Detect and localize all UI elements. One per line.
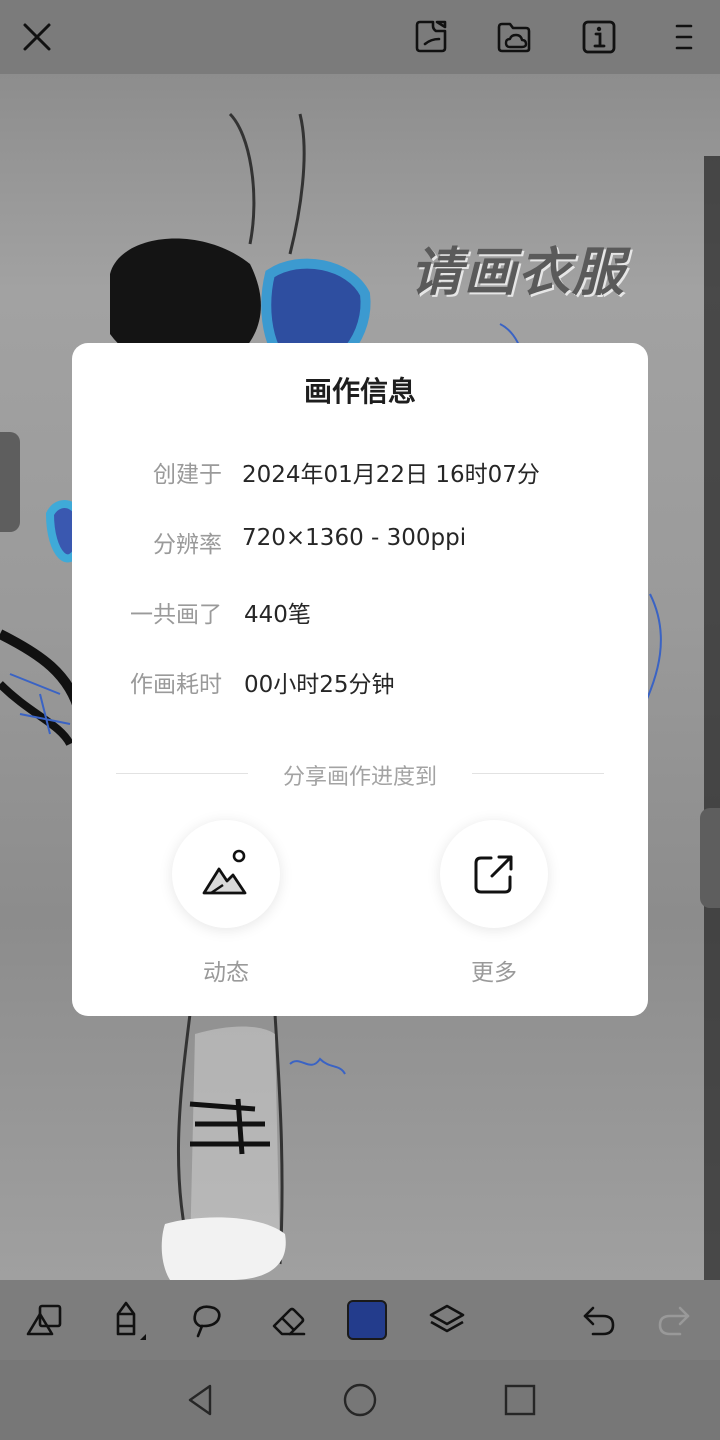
canvas-artwork-text: 请画衣服 — [410, 243, 627, 303]
shapes-icon[interactable] — [22, 1296, 70, 1344]
info-row-stroke-count: 一共画了 440笔 — [72, 595, 648, 631]
dialog-title: 画作信息 — [303, 375, 416, 408]
info-row-created: 创建于 2024年01月22日 16时07分 — [72, 455, 648, 491]
share-to-feed-button[interactable] — [172, 820, 280, 928]
sticker-icon[interactable] — [408, 14, 454, 60]
info-row-resolution: 分辨率 720×1360 - 300ppi — [72, 525, 648, 561]
close-icon[interactable] — [14, 14, 60, 60]
info-label: 创建于 — [153, 462, 222, 488]
mountain-image-icon — [202, 849, 247, 895]
info-value: 2024年01月22日 16时07分 — [242, 462, 540, 488]
layers-icon[interactable] — [423, 1296, 471, 1344]
info-value: 440笔 — [244, 602, 311, 628]
artwork-info-dialog: 画作信息 创建于 2024年01月22日 16时07分 分辨率 720×1360… — [72, 343, 648, 1016]
recents-icon[interactable] — [500, 1380, 540, 1420]
info-label: 分辨率 — [153, 532, 222, 558]
share-feed-label: 动态 — [203, 960, 249, 986]
share-more-label: 更多 — [471, 960, 517, 986]
info-label: 一共画了 — [130, 602, 222, 628]
top-toolbar — [0, 0, 720, 74]
divider-right — [472, 773, 604, 774]
pencil-icon[interactable] — [102, 1296, 150, 1344]
home-icon[interactable] — [340, 1380, 380, 1420]
share-more-button[interactable] — [440, 820, 548, 928]
right-drag-handle[interactable] — [700, 808, 720, 908]
cloud-folder-icon[interactable] — [491, 14, 537, 60]
share-heading: 分享画作进度到 — [282, 765, 437, 790]
info-row-drawing-time: 作画耗时 00小时25分钟 — [72, 665, 648, 701]
info-value: 00小时25分钟 — [244, 672, 395, 698]
eraser-icon[interactable] — [264, 1296, 312, 1344]
external-share-icon — [474, 855, 513, 894]
left-drag-handle[interactable] — [0, 432, 20, 532]
bottom-toolbar — [0, 1280, 720, 1360]
menu-icon[interactable] — [660, 14, 706, 60]
info-value: 720×1360 - 300ppi — [242, 525, 467, 551]
redo-icon[interactable] — [650, 1296, 698, 1344]
system-nav-bar — [0, 1360, 720, 1440]
info-label: 作画耗时 — [130, 672, 222, 698]
info-icon[interactable] — [576, 14, 622, 60]
back-icon[interactable] — [180, 1380, 220, 1420]
lasso-icon[interactable] — [182, 1296, 230, 1344]
color-swatch[interactable] — [347, 1300, 387, 1340]
undo-icon[interactable] — [575, 1296, 623, 1344]
